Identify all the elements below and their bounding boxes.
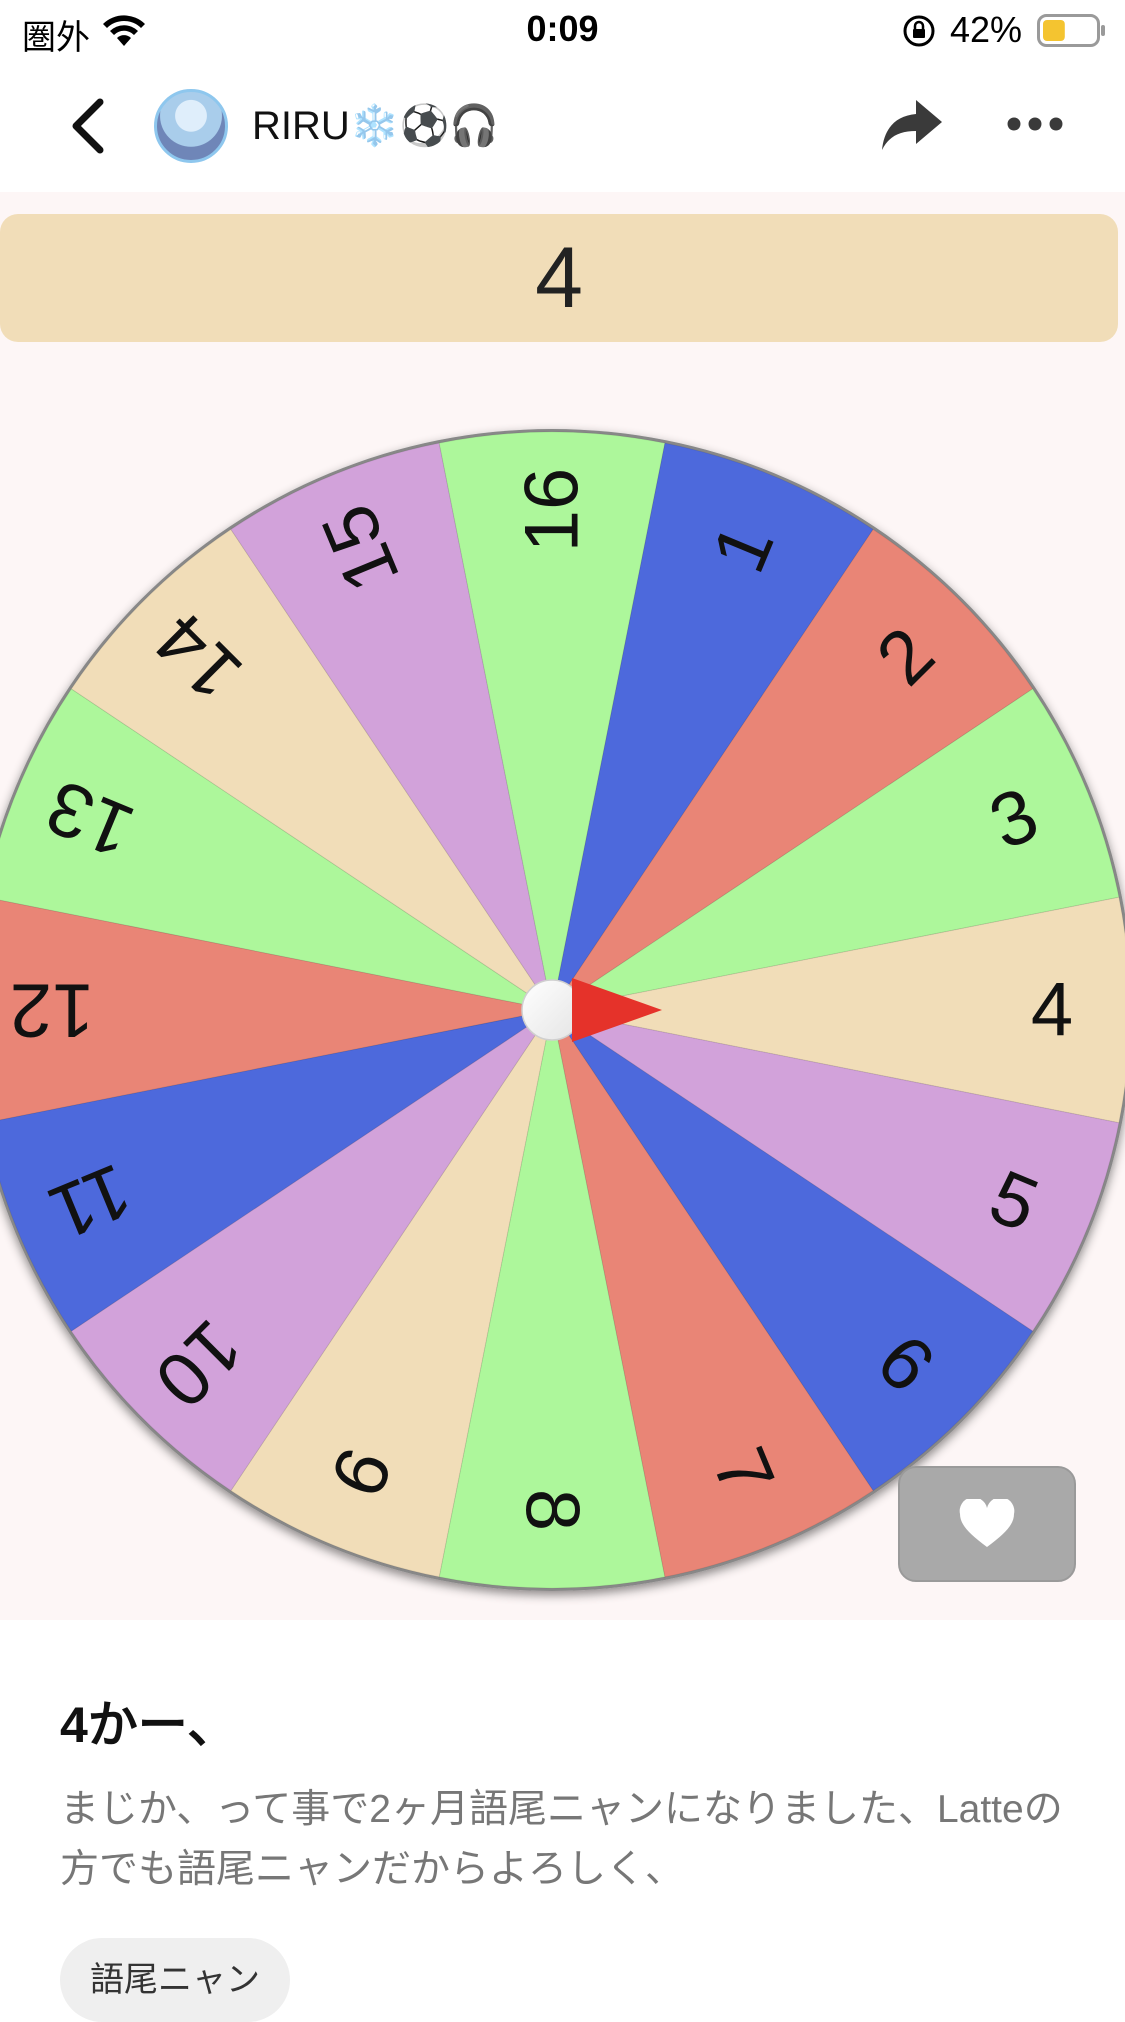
wheel-label-12: 12	[10, 968, 95, 1053]
more-icon[interactable]	[1006, 112, 1064, 136]
wheel-label-4: 4	[1031, 968, 1073, 1053]
wheel-label-8: 8	[510, 1489, 595, 1531]
heart-icon	[959, 1499, 1015, 1547]
battery-icon	[1037, 14, 1105, 47]
username[interactable]: RIRU❄️⚽🎧	[252, 102, 499, 149]
result-display: 4	[0, 214, 1118, 342]
status-bar: 圏外 0:09 42%	[0, 0, 1125, 62]
avatar[interactable]	[154, 89, 228, 163]
share-icon[interactable]	[880, 98, 944, 152]
wheel-label-16: 16	[510, 468, 595, 553]
post-title: 4かー、	[60, 1697, 238, 1753]
nav-bar: RIRU❄️⚽🎧	[0, 62, 1125, 192]
battery-percent: 42%	[950, 9, 1023, 50]
tag-chip[interactable]: 語尾ニャン	[60, 1938, 290, 2022]
rotation-lock-icon	[903, 15, 935, 47]
roulette-wheel[interactable]: 123456789101112131415 16	[0, 410, 1125, 1620]
like-button[interactable]	[898, 1466, 1076, 1582]
post-body: まじか、って事で2ヶ月語尾ニャンになりました、Latteの方でも語尾ニャンだから…	[60, 1788, 1063, 1891]
chevron-left-icon[interactable]	[66, 96, 110, 156]
